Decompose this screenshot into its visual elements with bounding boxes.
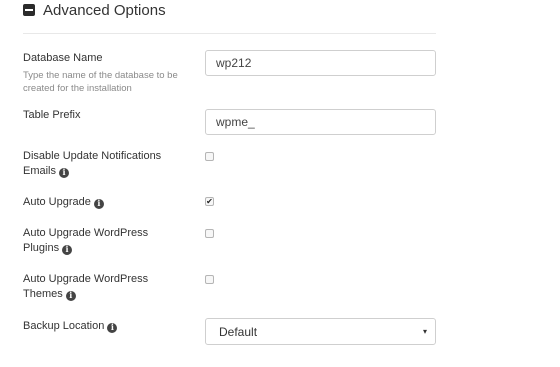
auto-upgrade-themes-row: Auto Upgrade WordPress Themes i [23,272,173,302]
divider [23,33,436,34]
backup-location-select[interactable]: Default ▾ [205,318,436,345]
auto-upgrade-themes-label: Auto Upgrade WordPress Themes i [23,273,149,301]
chevron-down-icon: ▾ [422,327,427,336]
auto-upgrade-plugins-label: Auto Upgrade WordPress Plugins i [23,227,149,255]
auto-upgrade-checkbox[interactable]: ✔ [205,197,214,206]
backup-location-value: Default [219,324,258,339]
info-icon[interactable]: i [59,167,70,178]
info-icon[interactable]: i [93,198,104,209]
section-title: Advanced Options [43,1,166,19]
auto-upgrade-label: Auto Upgrade i [23,195,443,210]
auto-upgrade-plugins-row: Auto Upgrade WordPress Plugins i [23,226,173,256]
auto-upgrade-row: Auto Upgrade i [23,195,443,210]
disable-update-emails-row: Disable Update Notifications Emails i [23,149,188,179]
minus-square-icon[interactable] [23,4,35,16]
info-icon[interactable]: i [65,290,76,301]
info-icon[interactable]: i [62,244,73,255]
checkmark-icon: ✔ [206,196,213,206]
auto-upgrade-themes-checkbox[interactable] [205,275,214,284]
table-prefix-input[interactable] [205,109,436,135]
database-name-input[interactable] [205,50,436,76]
info-icon[interactable]: i [107,322,118,333]
database-name-help: Type the name of the database to be crea… [23,70,178,94]
disable-update-emails-label: Disable Update Notifications Emails i [23,150,162,178]
auto-upgrade-plugins-checkbox[interactable] [205,229,214,238]
section-header[interactable]: Advanced Options [23,0,166,20]
disable-update-emails-checkbox[interactable] [205,152,214,161]
